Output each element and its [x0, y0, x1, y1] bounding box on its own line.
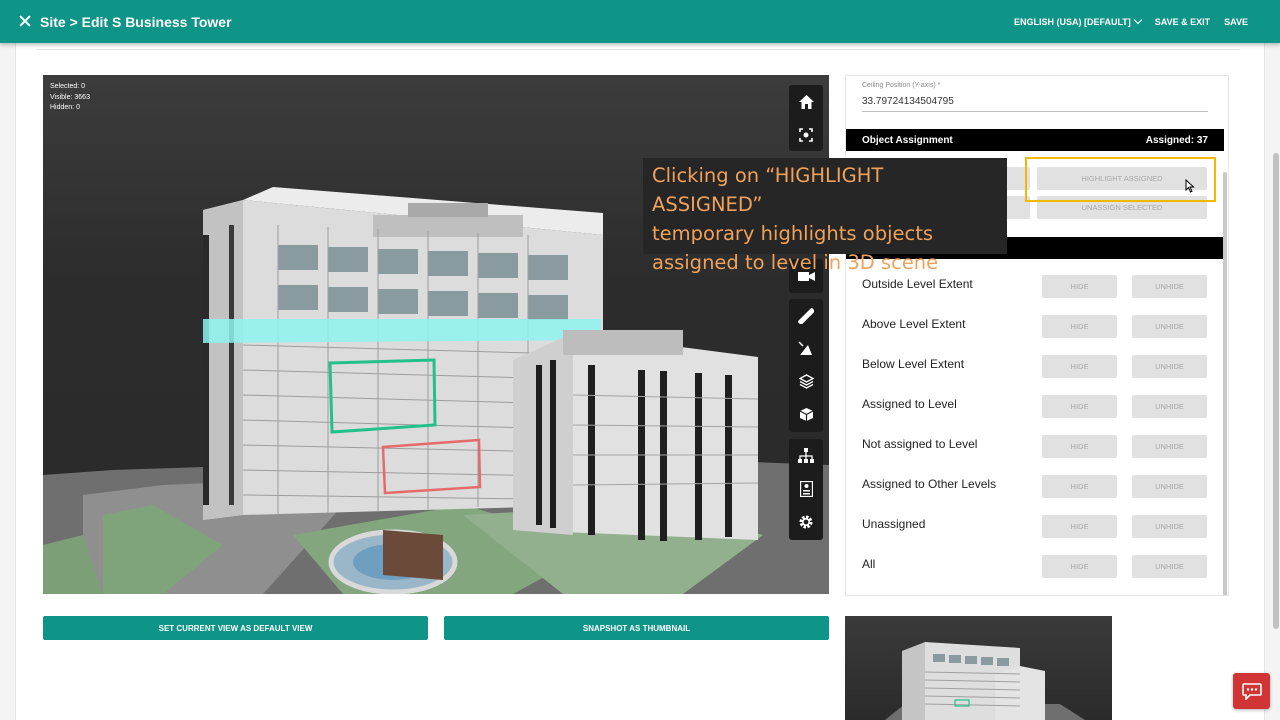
- thumbnail-image: [885, 642, 1085, 720]
- hide-button[interactable]: HIDE: [1042, 315, 1117, 338]
- unhide-button[interactable]: UNHIDE: [1132, 355, 1207, 378]
- chat-button[interactable]: [1233, 673, 1270, 709]
- app-header: Site > Edit S Business Tower ENGLISH (US…: [0, 0, 1280, 43]
- visibility-row-label: Unassigned: [862, 517, 926, 531]
- visibility-row-label: Assigned to Level: [862, 397, 957, 411]
- unhide-button[interactable]: UNHIDE: [1132, 435, 1207, 458]
- hide-button[interactable]: HIDE: [1042, 435, 1117, 458]
- language-select-label: ENGLISH (USA) [DEFAULT]: [1013, 16, 1131, 27]
- scene-stats: Selected: 0 Visible: 3663 Hidden: 0: [50, 82, 90, 114]
- hidden-count: Hidden: 0: [50, 104, 80, 111]
- tree-icon[interactable]: [789, 439, 823, 472]
- annotation-line-1: Clicking on “HIGHLIGHT ASSIGNED”: [652, 164, 884, 216]
- input-underline: [862, 111, 1208, 112]
- set-default-view-button[interactable]: SET CURRENT VIEW AS DEFAULT VIEW: [43, 616, 428, 640]
- measure-icon[interactable]: [789, 299, 823, 332]
- unhide-button[interactable]: UNHIDE: [1132, 515, 1207, 538]
- level-settings-panel: Ceiling Position (Y-axis) * 33.797241345…: [845, 75, 1229, 596]
- close-icon[interactable]: [17, 14, 33, 30]
- model-icon[interactable]: [789, 398, 823, 431]
- page-title: Site > Edit S Business Tower: [40, 13, 232, 30]
- unhide-button[interactable]: UNHIDE: [1132, 275, 1207, 298]
- chat-icon: [1241, 682, 1262, 700]
- tools-toolbar: [789, 299, 823, 432]
- visibility-row-label: Below Level Extent: [862, 357, 965, 371]
- home-icon[interactable]: [789, 85, 823, 118]
- unhide-button[interactable]: UNHIDE: [1132, 395, 1207, 418]
- visibility-row-label: Assigned to Other Levels: [862, 477, 997, 491]
- assigned-count: Assigned: 37: [1145, 134, 1208, 146]
- object-assignment-title: Object Assignment: [862, 134, 953, 146]
- chevron-down-icon: [1133, 15, 1143, 24]
- ceiling-position-label: Ceiling Position (Y-axis) *: [862, 82, 941, 89]
- selected-count: Selected: 0: [50, 83, 86, 90]
- visible-count: Visible: 3663: [50, 93, 90, 101]
- navigation-toolbar: [789, 85, 823, 151]
- panel-scrollbar[interactable]: [1223, 172, 1227, 595]
- visibility-row-label: All: [862, 557, 876, 571]
- fit-view-icon[interactable]: [789, 118, 823, 151]
- visibility-row-label: Not assigned to Level: [862, 437, 978, 451]
- hide-button[interactable]: HIDE: [1042, 475, 1117, 498]
- 3d-viewer[interactable]: Selected: 0 Visible: 3663 Hidden: 0: [43, 75, 829, 594]
- visibility-row-label: Above Level Extent: [862, 317, 966, 331]
- ceiling-position-input[interactable]: 33.79724134504795: [862, 96, 954, 107]
- properties-icon[interactable]: [789, 472, 823, 505]
- data-toolbar: [789, 439, 823, 540]
- settings-icon[interactable]: [789, 505, 823, 538]
- layers-icon[interactable]: [789, 365, 823, 398]
- hide-button[interactable]: HIDE: [1042, 395, 1117, 418]
- object-assignment-header: Object Assignment Assigned: 37: [846, 129, 1224, 151]
- language-select[interactable]: ENGLISH (USA) [DEFAULT]: [1013, 15, 1143, 27]
- section-icon[interactable]: [789, 332, 823, 365]
- cursor-icon: [1185, 179, 1195, 193]
- unhide-button[interactable]: UNHIDE: [1132, 555, 1207, 578]
- hide-button[interactable]: HIDE: [1042, 515, 1117, 538]
- annotation-line-3: assigned to level in 3D scene: [652, 251, 939, 274]
- 3d-scene-graphic: [43, 187, 829, 594]
- visibility-row-label: Outside Level Extent: [862, 277, 973, 291]
- hide-button[interactable]: HIDE: [1042, 555, 1117, 578]
- unhide-button[interactable]: UNHIDE: [1132, 315, 1207, 338]
- divider: [36, 49, 1240, 50]
- unhide-button[interactable]: UNHIDE: [1132, 475, 1207, 498]
- save-button[interactable]: SAVE: [1224, 17, 1248, 27]
- save-exit-button[interactable]: SAVE & EXIT: [1155, 17, 1210, 27]
- snapshot-thumbnail-button[interactable]: SNAPSHOT AS THUMBNAIL: [444, 616, 829, 640]
- page-scrollbar-thumb[interactable]: [1273, 153, 1279, 629]
- hide-button[interactable]: HIDE: [1042, 275, 1117, 298]
- annotation-callout: Clicking on “HIGHLIGHT ASSIGNED” tempora…: [643, 158, 1007, 274]
- thumbnail-preview: [845, 616, 1112, 720]
- hide-button[interactable]: HIDE: [1042, 355, 1117, 378]
- annotation-line-2: temporary highlights objects: [652, 222, 934, 245]
